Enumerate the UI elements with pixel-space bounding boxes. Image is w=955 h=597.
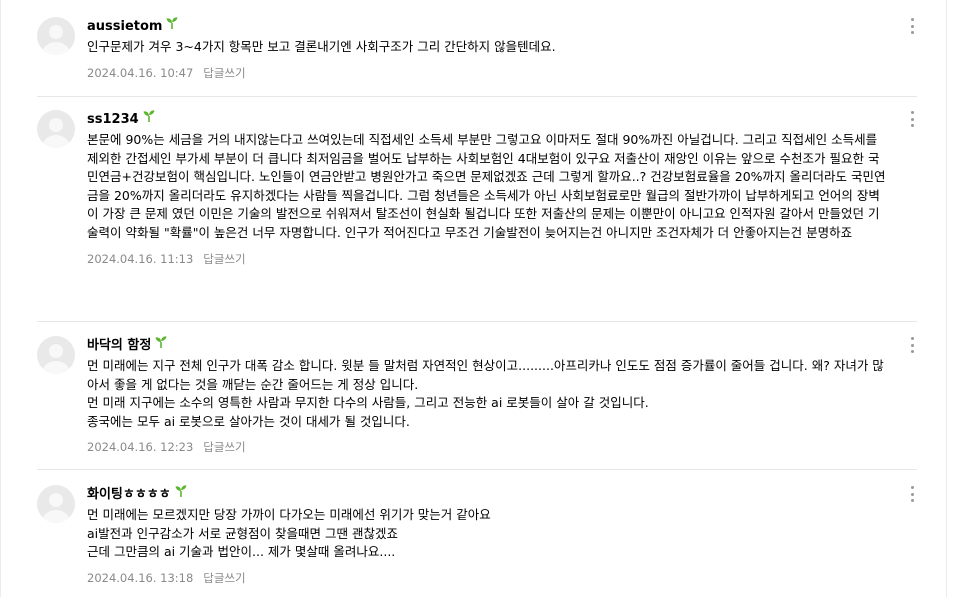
comment-date: 2024.04.16. 11:13 bbox=[87, 251, 194, 266]
comment-date: 2024.04.16. 12:23 bbox=[87, 440, 194, 455]
comment-line: 근데 그만큼의 ai 기술과 법안이... 제가 몇살때 올려나요.... bbox=[87, 544, 396, 560]
sprout-icon bbox=[155, 336, 167, 348]
comment-line: 먼 미래 지구에는 소수의 영특한 사람과 무지한 다수의 사람들, 그리고 전… bbox=[87, 395, 649, 411]
sprout-icon bbox=[143, 110, 155, 122]
comment-line: ai발전과 인구감소가 서로 균형점이 찾을때면 그땐 괜찮겠죠 bbox=[87, 525, 398, 541]
reply-button[interactable]: 답글쓰기 bbox=[203, 440, 245, 454]
divider bbox=[37, 321, 917, 322]
reply-button[interactable]: 답글쓰기 bbox=[203, 66, 245, 80]
comment-content: 바닥의 함정 먼 미래에는 지구 전체 인구가 대폭 감소 합니다. 윗분 들 … bbox=[87, 336, 887, 455]
more-options-icon[interactable] bbox=[907, 110, 917, 128]
comment-text: 인구문제가 겨우 3~4가지 항목만 보고 결론내기엔 사회구조가 그리 간단하… bbox=[87, 38, 887, 57]
comment-line: 종국에는 모두 ai 로봇으로 살아가는 것이 대세가 될 것입니다. bbox=[87, 413, 410, 429]
avatar[interactable] bbox=[37, 17, 75, 55]
comment-content: 화이팅ㅎㅎㅎㅎ 먼 미래에는 모르겠지만 당장 가까이 다가오는 미래에선 위기… bbox=[87, 485, 887, 586]
nickname[interactable]: ss1234 bbox=[87, 110, 139, 130]
comment-text: 먼 미래에는 지구 전체 인구가 대폭 감소 합니다. 윗분 들 말처럼 자연적… bbox=[87, 357, 887, 431]
nickname-row: aussietom bbox=[87, 17, 887, 37]
sprout-icon bbox=[166, 17, 178, 29]
divider bbox=[37, 96, 917, 97]
more-options-icon[interactable] bbox=[907, 336, 917, 354]
more-options-icon[interactable] bbox=[907, 17, 917, 35]
nickname-row: 바닥의 함정 bbox=[87, 336, 887, 356]
comment-meta: 2024.04.16. 10:47 답글쓰기 bbox=[87, 65, 887, 81]
reply-button[interactable]: 답글쓰기 bbox=[203, 571, 245, 585]
comment-content: ss1234 본문에 90%는 세금을 거의 내지않는다고 쓰여있는데 직접세인… bbox=[87, 110, 887, 267]
sprout-icon bbox=[175, 485, 187, 497]
comment-content: aussietom 인구문제가 겨우 3~4가지 항목만 보고 결론내기엔 사회… bbox=[87, 17, 887, 81]
nickname-row: ss1234 bbox=[87, 110, 887, 130]
comment-line: 먼 미래에는 지구 전체 인구가 대폭 감소 합니다. 윗분 들 말처럼 자연적… bbox=[87, 358, 884, 392]
nickname[interactable]: aussietom bbox=[87, 17, 162, 37]
comment-meta: 2024.04.16. 12:23 답글쓰기 bbox=[87, 439, 887, 455]
avatar[interactable] bbox=[37, 336, 75, 374]
comment-meta: 2024.04.16. 13:18 답글쓰기 bbox=[87, 570, 887, 586]
more-options-icon[interactable] bbox=[907, 485, 917, 503]
comment-date: 2024.04.16. 13:18 bbox=[87, 570, 194, 585]
comment-meta: 2024.04.16. 11:13 답글쓰기 bbox=[87, 251, 887, 267]
avatar[interactable] bbox=[37, 110, 75, 148]
comment-date: 2024.04.16. 10:47 bbox=[87, 65, 194, 80]
comment-text: 본문에 90%는 세금을 거의 내지않는다고 쓰여있는데 직접세인 소득세 부분… bbox=[87, 131, 887, 243]
comment-line: 먼 미래에는 모르겠지만 당장 가까이 다가오는 미래에선 위기가 맞는거 같아… bbox=[87, 507, 491, 522]
nickname[interactable]: 화이팅ㅎㅎㅎㅎ bbox=[87, 485, 171, 505]
comment-line: 본문에 90%는 세금을 거의 내지않는다고 쓰여있는데 직접세인 소득세 부분… bbox=[87, 132, 886, 240]
avatar[interactable] bbox=[37, 485, 75, 523]
divider bbox=[37, 469, 917, 470]
nickname[interactable]: 바닥의 함정 bbox=[87, 336, 151, 356]
nickname-row: 화이팅ㅎㅎㅎㅎ bbox=[87, 485, 887, 505]
comment-line: 인구문제가 겨우 3~4가지 항목만 보고 결론내기엔 사회구조가 그리 간단하… bbox=[87, 39, 556, 54]
comment-text: 먼 미래에는 모르겠지만 당장 가까이 다가오는 미래에선 위기가 맞는거 같아… bbox=[87, 506, 887, 562]
reply-button[interactable]: 답글쓰기 bbox=[203, 252, 245, 266]
